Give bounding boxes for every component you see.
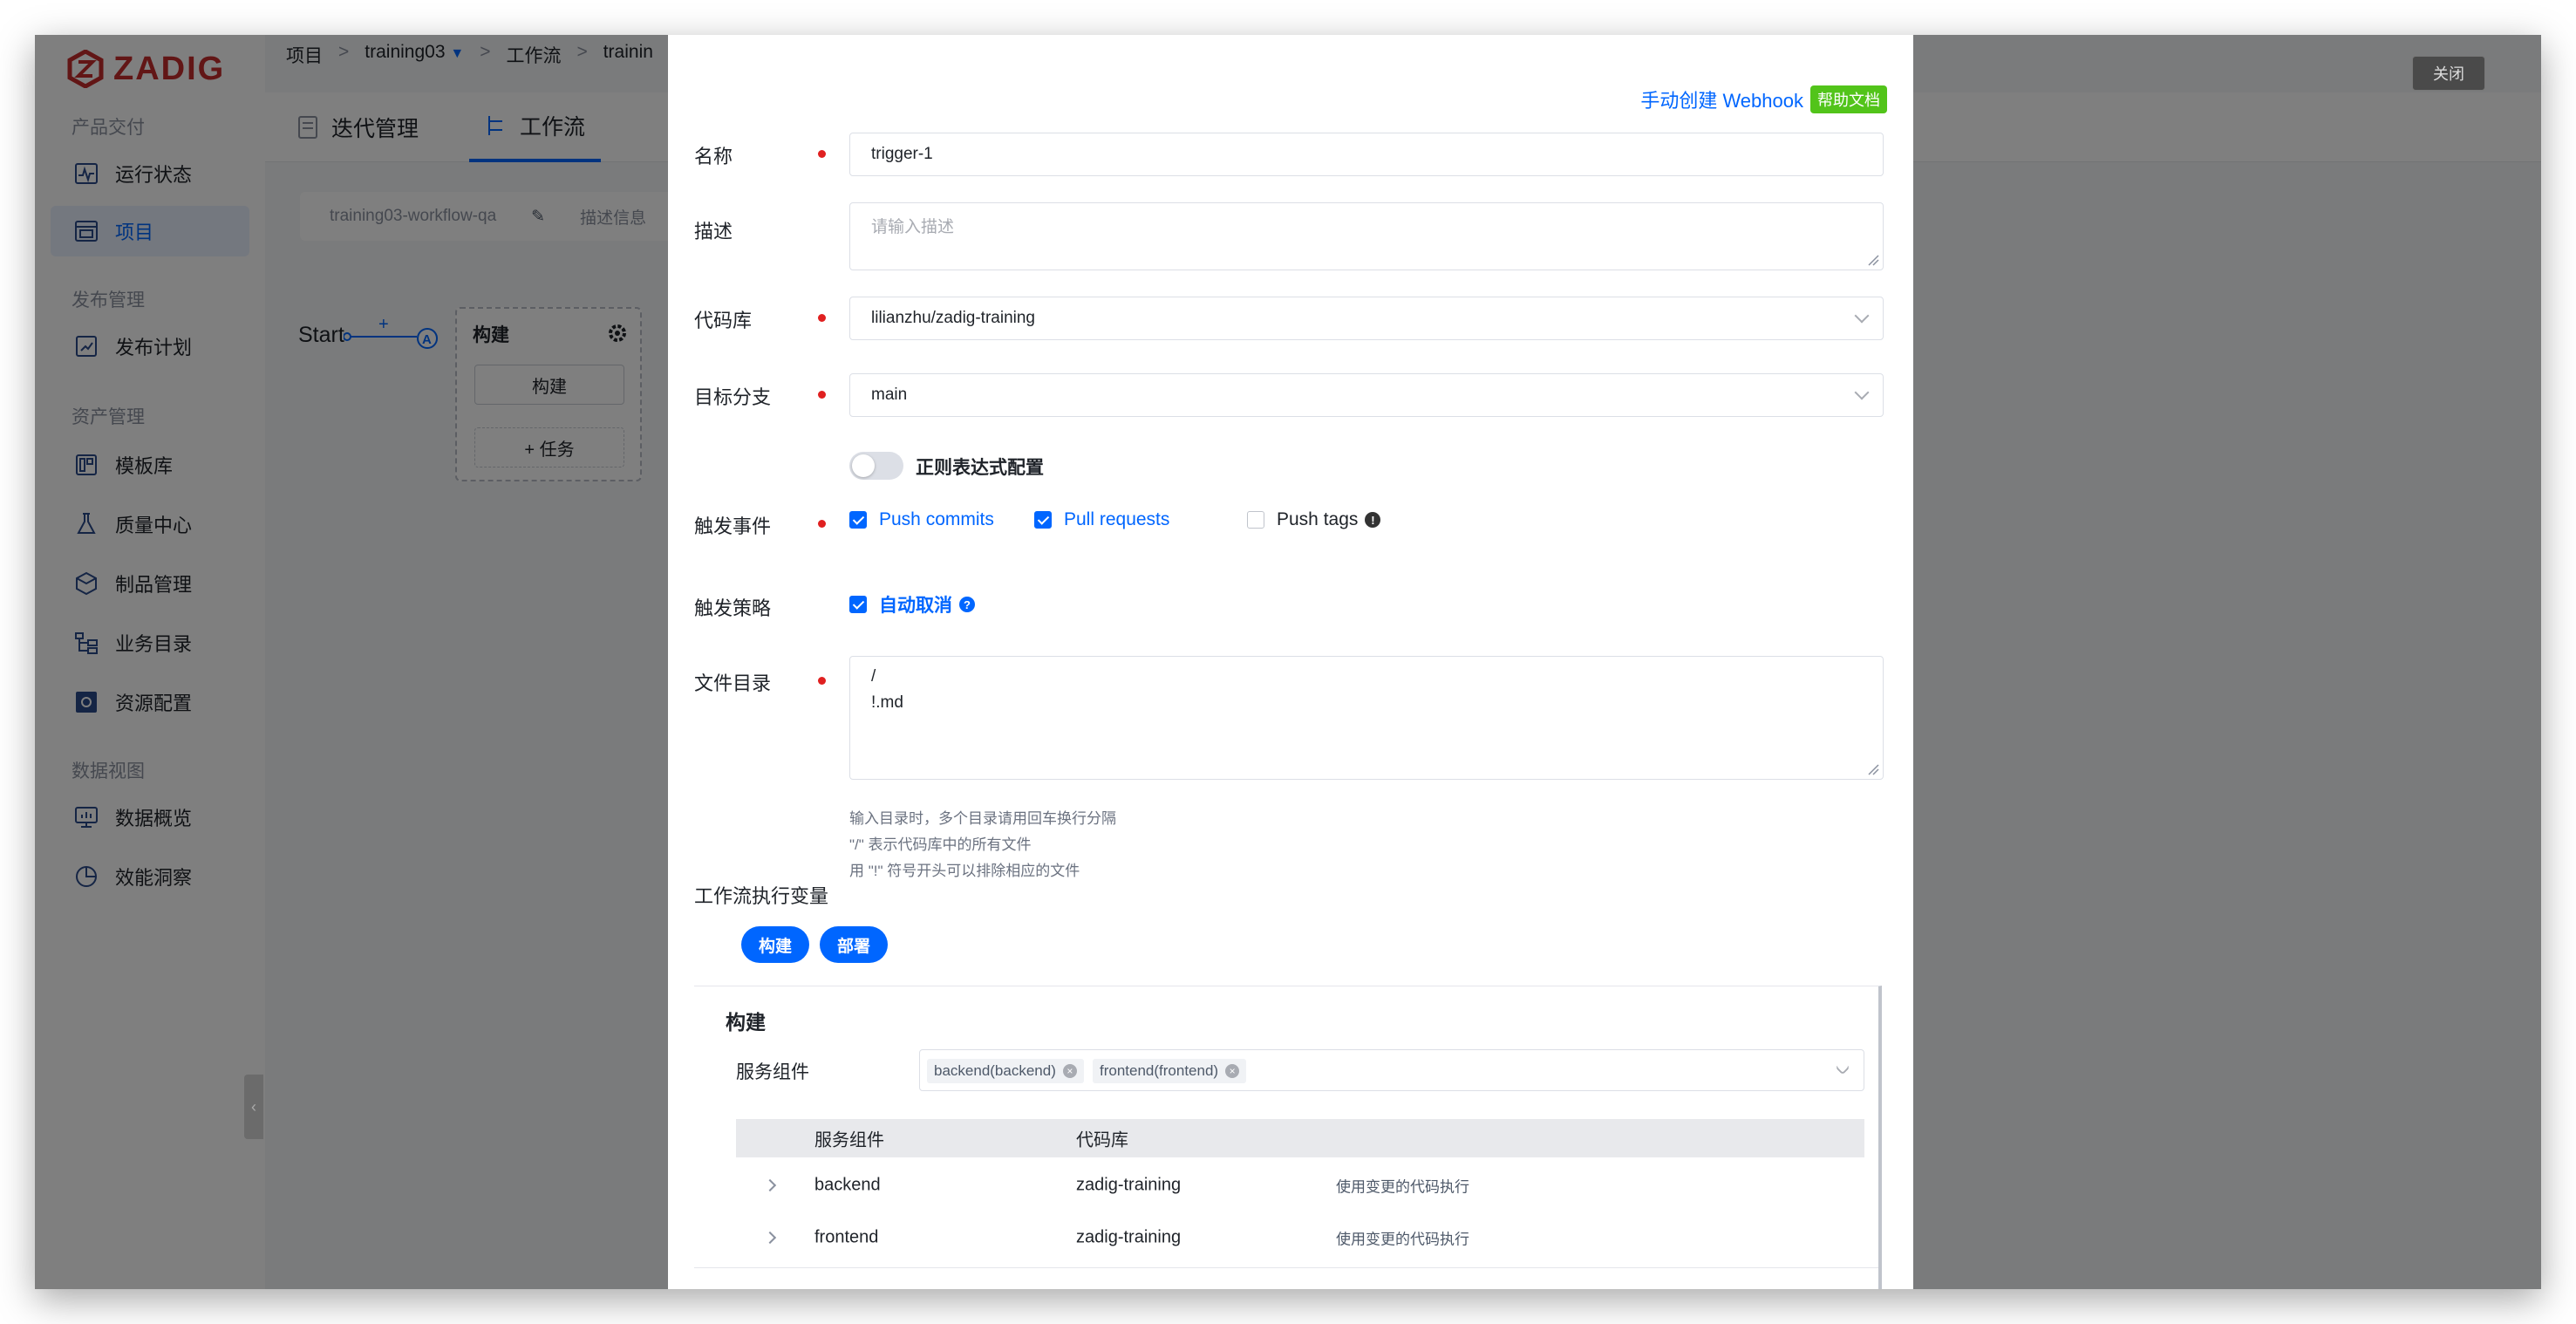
row-note: 使用变更的代码执行	[1336, 1231, 1469, 1248]
branch-select[interactable]: main	[849, 373, 1884, 417]
row-note: 使用变更的代码执行	[1336, 1178, 1469, 1196]
chevron-right-icon[interactable]	[763, 1178, 777, 1192]
remove-tag-icon[interactable]: ×	[1225, 1064, 1240, 1078]
checkbox[interactable]	[1034, 511, 1052, 529]
column-header: 代码库	[1076, 1130, 1128, 1150]
chevron-down-icon	[1835, 1060, 1850, 1075]
service-tag: frontend(frontend) ×	[1093, 1059, 1247, 1083]
description-placeholder: 请输入描述	[871, 218, 955, 236]
help-doc-badge[interactable]: 帮助文档	[1810, 85, 1887, 113]
pill-build[interactable]: 构建	[741, 926, 809, 963]
divider	[694, 1267, 1878, 1268]
regex-toggle[interactable]	[849, 452, 903, 480]
row-repo: zadig-training	[1076, 1175, 1182, 1195]
webhook-trigger-drawer: 手动创建 Webhook 帮助文档 名称 trigger-1 描述 请输入描述 …	[668, 35, 1913, 1289]
chevron-down-icon	[1854, 385, 1870, 400]
chevron-left-icon: ‹	[251, 1097, 256, 1116]
branch-value: main	[871, 386, 908, 404]
branch-label: 目标分支	[694, 386, 772, 408]
chevron-right-icon[interactable]	[763, 1231, 777, 1245]
file-dir-line: !.md	[871, 693, 903, 712]
table-header: 服务组件 代码库	[736, 1119, 1864, 1157]
repo-select[interactable]: lilianzhu/zadig-training	[849, 297, 1884, 340]
row-repo: zadig-training	[1076, 1227, 1182, 1247]
repo-value: lilianzhu/zadig-training	[871, 309, 1035, 327]
checkbox[interactable]	[849, 596, 867, 613]
checkbox[interactable]	[849, 511, 867, 529]
resize-handle-icon[interactable]	[1867, 254, 1879, 266]
app-window: ZADIG 产品交付 运行状态 项目 发布管理 发布计划 资产管理 模板库 质量…	[35, 35, 2541, 1289]
help-icon[interactable]: ?	[959, 597, 975, 612]
required-dot	[818, 150, 826, 158]
service-tag-label: frontend(frontend)	[1100, 1062, 1219, 1079]
required-dot	[818, 314, 826, 322]
workflow-vars-label: 工作流执行变量	[694, 885, 829, 907]
row-service: frontend	[814, 1227, 879, 1247]
close-button[interactable]: 关闭	[2412, 56, 2485, 91]
event-push-commits[interactable]: Push commits	[849, 509, 994, 530]
collapse-sidebar-handle[interactable]: ‹	[244, 1075, 263, 1139]
name-label: 名称	[694, 146, 733, 167]
repo-label: 代码库	[694, 310, 753, 331]
service-multiselect[interactable]: backend(backend) × frontend(frontend) ×	[919, 1049, 1864, 1091]
strategy-auto-cancel[interactable]: 自动取消 ?	[849, 591, 975, 618]
build-panel: 构建 服务组件 backend(backend) × frontend(fron…	[694, 986, 1882, 1289]
required-dot	[818, 391, 826, 399]
regex-toggle-label: 正则表达式配置	[916, 458, 1044, 478]
service-label: 服务组件	[736, 1062, 809, 1082]
file-dir-hint: "/" 表示代码库中的所有文件	[849, 836, 1032, 853]
checkbox-label: Push tags	[1277, 509, 1359, 529]
required-dot	[818, 677, 826, 685]
file-dir-line: /	[871, 667, 876, 686]
column-header: 服务组件	[814, 1130, 884, 1150]
manual-webhook-link[interactable]: 手动创建 Webhook	[1640, 85, 1803, 113]
file-dir-hint: 输入目录时，多个目录请用回车换行分隔	[849, 810, 1116, 827]
remove-tag-icon[interactable]: ×	[1062, 1064, 1077, 1078]
service-tag-label: backend(backend)	[934, 1062, 1056, 1079]
checkbox-label: 自动取消	[879, 596, 952, 616]
build-panel-title: 构建	[726, 1011, 766, 1034]
file-dir-textarea[interactable]: / !.md	[849, 656, 1884, 780]
help-row: 手动创建 Webhook 帮助文档	[1640, 85, 1887, 113]
description-textarea[interactable]: 请输入描述	[849, 202, 1884, 270]
resize-handle-icon[interactable]	[1867, 763, 1879, 775]
checkbox-label: Pull requests	[1064, 509, 1170, 529]
table-row[interactable]: backend zadig-training 使用变更的代码执行	[736, 1159, 1864, 1211]
required-dot	[818, 520, 826, 528]
name-input[interactable]: trigger-1	[849, 133, 1884, 176]
event-push-tags[interactable]: Push tags !	[1247, 509, 1381, 530]
row-service: backend	[814, 1175, 881, 1195]
strategy-label: 触发策略	[694, 597, 772, 619]
service-tag: backend(backend) ×	[927, 1059, 1084, 1083]
file-dir-label: 文件目录	[694, 672, 772, 694]
chevron-down-icon	[1854, 308, 1870, 324]
event-pull-requests[interactable]: Pull requests	[1034, 509, 1169, 530]
file-dir-hint: 用 "!" 符号开头可以排除相应的文件	[849, 863, 1080, 879]
checkbox-label: Push commits	[879, 509, 994, 529]
table-row[interactable]: frontend zadig-training 使用变更的代码执行	[736, 1211, 1864, 1264]
events-label: 触发事件	[694, 515, 772, 537]
pill-deploy[interactable]: 部署	[820, 926, 888, 963]
checkbox[interactable]	[1247, 511, 1264, 529]
info-icon[interactable]: !	[1365, 512, 1381, 528]
description-label: 描述	[694, 221, 733, 242]
name-value: trigger-1	[871, 145, 933, 163]
